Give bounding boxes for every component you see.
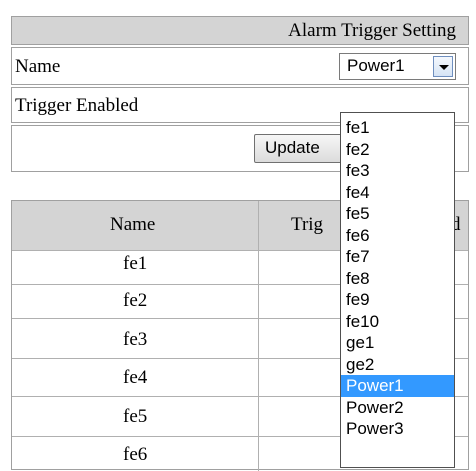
column-header-trigger: Trig — [291, 214, 324, 235]
table-row-name: fe5 — [123, 406, 148, 427]
dropdown-option[interactable]: fe6 — [341, 225, 454, 247]
dropdown-option[interactable]: ge1 — [341, 332, 454, 354]
name-select-value: Power1 — [347, 56, 405, 75]
dropdown-option[interactable]: fe2 — [341, 139, 454, 161]
table-row-name: fe6 — [123, 444, 148, 465]
settings-title-row: Alarm Trigger Setting — [11, 16, 469, 45]
trigger-enabled-label: Trigger Enabled — [15, 95, 139, 116]
dropdown-option[interactable]: fe9 — [341, 289, 454, 311]
dropdown-option[interactable]: fe7 — [341, 246, 454, 268]
table-row-name: fe3 — [123, 329, 148, 350]
dropdown-option[interactable]: fe1 — [341, 117, 454, 139]
dropdown-option[interactable]: Power3 — [341, 418, 454, 440]
dropdown-option[interactable]: fe3 — [341, 160, 454, 182]
dropdown-option-selected[interactable]: Power1 — [341, 375, 454, 397]
dropdown-option[interactable]: fe10 — [341, 311, 454, 333]
column-divider — [258, 201, 259, 471]
name-label: Name — [15, 56, 61, 77]
table-row-name: fe1 — [123, 253, 148, 274]
table-row-name: fe2 — [123, 290, 148, 311]
name-select[interactable]: Power1 — [339, 53, 456, 80]
dropdown-option[interactable]: ge2 — [341, 354, 454, 376]
name-dropdown-list[interactable]: fe1 fe2 fe3 fe4 fe5 fe6 fe7 fe8 fe9 fe10… — [340, 112, 455, 468]
settings-title: Alarm Trigger Setting — [288, 20, 456, 41]
dropdown-option[interactable]: fe8 — [341, 268, 454, 290]
update-button[interactable]: Update — [254, 134, 354, 163]
chevron-down-icon[interactable] — [433, 56, 453, 77]
dropdown-option[interactable]: fe4 — [341, 182, 454, 204]
table-row-name: fe4 — [123, 367, 148, 388]
dropdown-option[interactable]: Power2 — [341, 397, 454, 419]
dropdown-option[interactable]: fe5 — [341, 203, 454, 225]
column-header-name: Name — [110, 214, 156, 235]
